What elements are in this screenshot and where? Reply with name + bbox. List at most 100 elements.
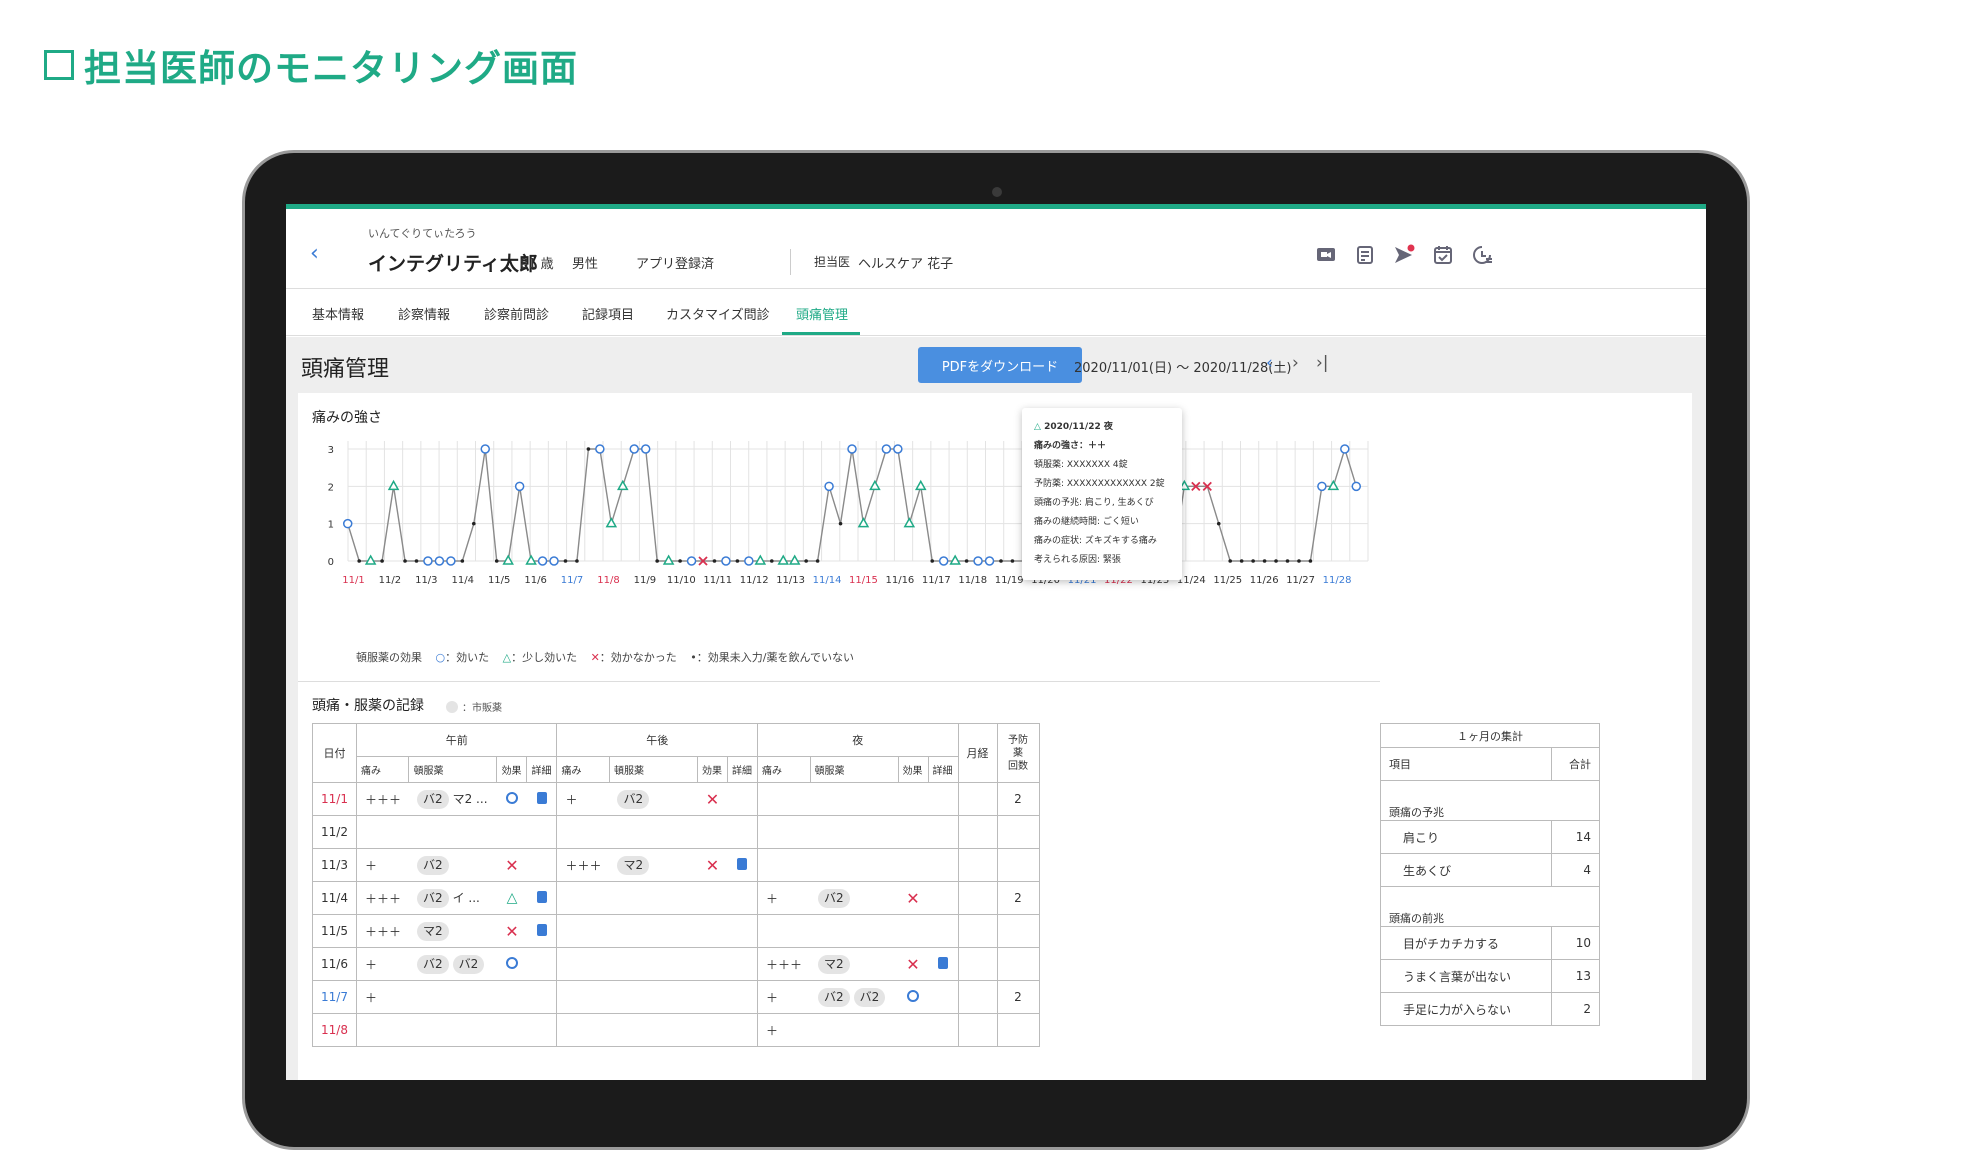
- med-cell: マ2: [810, 947, 898, 981]
- memo-icon[interactable]: [536, 923, 547, 936]
- med-cell: [609, 980, 698, 1014]
- effective-point: [973, 556, 983, 566]
- no-input-point: [1010, 559, 1015, 563]
- summary-group-name: 頭痛の前兆: [1380, 886, 1600, 927]
- legend-title: 頓服薬の効果: [356, 651, 422, 664]
- table-row: 11/5 ＋＋＋ マ2 ✕: [312, 914, 1040, 948]
- prev-count: [996, 1013, 1040, 1047]
- camera-icon: [992, 187, 1002, 197]
- no-input-point: [815, 559, 820, 563]
- row-date: 11/7: [312, 980, 357, 1014]
- prev-chevron-icon[interactable]: ‹: [1266, 353, 1273, 373]
- no-input-point: [380, 559, 384, 563]
- chart-card: 痛みの強さ 0 1 2 3 11/1 11/2 11/3 11/4 11/5 11/6 11/7 11…: [298, 393, 1380, 1080]
- page-title: 頭痛管理: [301, 357, 390, 382]
- memo-icon[interactable]: [536, 890, 547, 903]
- chart-tooltip: △ 2020/11/22 夜 痛みの強さ：＋＋ 頓服薬: XXXXXXX 4錠 …: [1022, 408, 1182, 580]
- pain-level: ＋＋＋: [556, 848, 610, 882]
- pdf-download-button[interactable]: PDFをダウンロード: [918, 347, 1082, 383]
- effective-mark-icon: [505, 791, 518, 804]
- pain-level: [556, 881, 610, 915]
- pain-level: ＋: [556, 782, 610, 816]
- no-input-point: [999, 559, 1003, 563]
- med-cell: バ2 マ2 ...: [408, 782, 497, 816]
- memo-icon[interactable]: [536, 791, 547, 804]
- med-cell: [609, 1013, 698, 1047]
- tab-pre-consultation[interactable]: 診察前問診: [484, 304, 549, 323]
- prev-count: 2: [996, 881, 1040, 915]
- next-chevron-icon[interactable]: ›: [1292, 353, 1299, 373]
- tab-consultation[interactable]: 診察情報: [398, 304, 450, 323]
- not-effective-mark-icon: ✕: [705, 855, 720, 875]
- pain-level: [355, 815, 409, 849]
- summary-item: 生あくび: [1379, 853, 1553, 887]
- period-cell: [957, 947, 998, 981]
- detail-cell: [928, 815, 959, 849]
- no-input-point: [1262, 559, 1267, 563]
- note-icon[interactable]: [1353, 243, 1377, 267]
- calendar-check-icon[interactable]: [1431, 243, 1455, 267]
- memo-icon[interactable]: [937, 956, 948, 969]
- not-effective-mark-icon: ✕: [505, 855, 519, 875]
- table-row: 11/3 ＋ バ2 ✕ ＋＋＋ マ2 ✕: [312, 848, 1040, 882]
- x-tick-label: 11/13: [776, 575, 805, 586]
- tab-record-items[interactable]: 記録項目: [582, 304, 634, 323]
- med-cell: バ2: [609, 782, 698, 816]
- back-chevron-icon[interactable]: ‹: [310, 241, 319, 266]
- med-cell: バ2: [408, 848, 497, 882]
- effective-point: [423, 556, 433, 566]
- summary-row: 生あくび 4: [1379, 853, 1600, 887]
- effect-cell: [697, 815, 728, 849]
- period-cell: [957, 980, 998, 1014]
- tooltip-line: 痛みの強さ：＋＋: [1034, 441, 1107, 451]
- effect-cell: [898, 848, 928, 882]
- effect-cell: ✕: [496, 914, 527, 948]
- slight-point: [914, 479, 927, 491]
- no-input-point: [575, 559, 579, 563]
- effective-point: [744, 556, 754, 566]
- tab-basic-info[interactable]: 基本情報: [312, 304, 364, 323]
- effective-mark-icon: [505, 956, 518, 969]
- no-input-point: [1285, 559, 1290, 563]
- pain-level: ＋: [355, 848, 409, 882]
- active-tab-indicator: [782, 332, 860, 335]
- pain-line: [347, 446, 1357, 562]
- no-input-point: [1216, 521, 1221, 526]
- subcol-effect: 効果: [696, 756, 728, 783]
- summary-total: 4: [1551, 853, 1600, 887]
- detail-cell: [727, 848, 758, 882]
- row-date: 11/8: [312, 1013, 357, 1047]
- no-input-point: [471, 521, 476, 526]
- x-tick-label: 11/2: [379, 575, 401, 586]
- last-page-icon[interactable]: ›|: [1316, 353, 1329, 373]
- effective-point: [984, 556, 995, 566]
- not-effective-mark-icon: ✕: [906, 954, 920, 974]
- patient-header: ‹ いんてぐりてぃたろう インテグリティ太郎 81 歳 男性 アプリ登録済 担当…: [286, 209, 1706, 289]
- tooltip-line: 痛みの継続時間: ごく短い: [1034, 517, 1139, 527]
- subcol-effect: 効果: [897, 756, 929, 783]
- no-input-point: [460, 559, 465, 563]
- prev-count: [996, 947, 1040, 981]
- pain-level: ＋: [355, 980, 409, 1014]
- x-tick-label: 11/9: [634, 575, 656, 586]
- tab-headache[interactable]: 頭痛管理: [796, 304, 848, 323]
- summary-group: 頭痛の予兆: [1380, 780, 1600, 821]
- pain-level: ＋: [756, 980, 810, 1014]
- col-pm: 午後: [556, 723, 758, 757]
- x-tick-label: 11/28: [1323, 575, 1352, 586]
- detail-cell: [928, 914, 959, 948]
- no-input-point: [655, 559, 659, 563]
- med-pill: バ2: [452, 954, 485, 974]
- summary-total: 13: [1551, 959, 1600, 993]
- summary-total: 10: [1551, 926, 1600, 960]
- send-notification-icon[interactable]: [1392, 243, 1416, 267]
- video-chat-icon[interactable]: [1314, 243, 1338, 267]
- history-icon[interactable]: [1470, 243, 1494, 267]
- memo-icon[interactable]: [737, 857, 748, 870]
- row-date: 11/6: [312, 947, 357, 981]
- subcol-detail: 詳細: [526, 756, 558, 783]
- y-tick-label: 0: [328, 557, 334, 568]
- tab-custom-questionnaire[interactable]: カスタマイズ問診: [666, 304, 770, 323]
- no-input-point: [494, 559, 499, 563]
- slight-point: [387, 479, 400, 491]
